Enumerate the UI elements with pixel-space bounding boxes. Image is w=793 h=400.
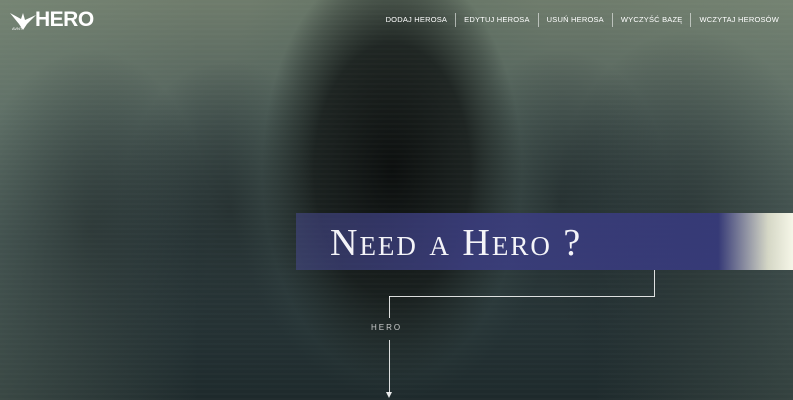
nav-add-hero[interactable]: DODAJ HEROSA	[378, 13, 456, 27]
hero-sub-label: HERO	[371, 323, 403, 332]
bird-logo-icon: AVNT	[10, 13, 36, 31]
nav-edit-hero[interactable]: EDYTUJ HEROSA	[455, 13, 538, 27]
nav-delete-hero[interactable]: USUŃ HEROSA	[537, 13, 612, 27]
logo-small-text: AVNT	[12, 26, 23, 31]
connector-line-vertical-left-bottom	[389, 340, 390, 393]
nav-load-heroes[interactable]: WCZYTAJ HEROSÓW	[690, 13, 787, 27]
hero-background-overlay	[0, 0, 793, 400]
scroll-down-arrow-icon[interactable]	[386, 392, 392, 398]
connector-line-vertical-left-top	[389, 296, 390, 318]
page-headline: Need a Hero ?	[330, 222, 583, 264]
logo-text: HERO	[35, 8, 94, 31]
main-navigation: DODAJ HEROSA EDYTUJ HEROSA USUŃ HEROSA W…	[378, 12, 787, 28]
brand-logo[interactable]: AVNT HERO	[9, 8, 94, 31]
connector-line-horizontal	[389, 296, 655, 297]
connector-line-vertical-right	[654, 270, 655, 296]
nav-clear-database[interactable]: WYCZYŚĆ BAZĘ	[611, 13, 691, 27]
